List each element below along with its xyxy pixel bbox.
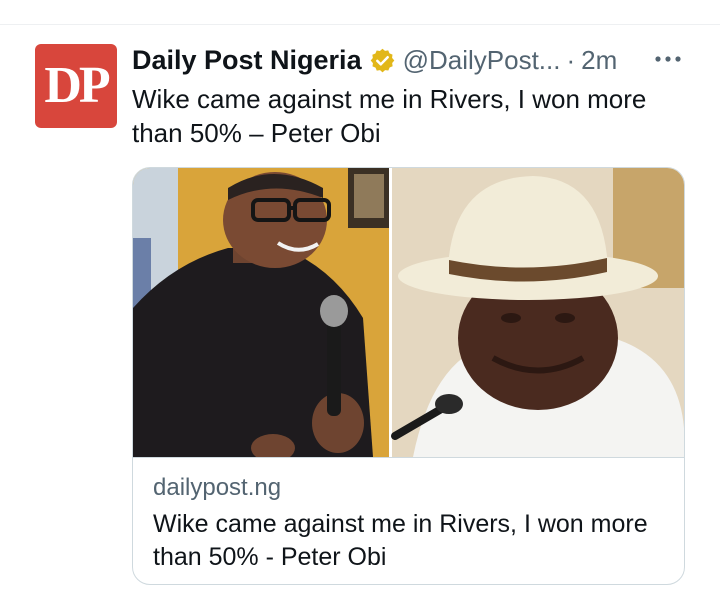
card-title: Wike came against me in Rivers, I won mo… bbox=[153, 510, 648, 571]
verified-badge-icon bbox=[369, 47, 396, 74]
right-photo bbox=[391, 168, 684, 457]
tweet-header: Daily Post Nigeria @DailyPost... · 2m bbox=[132, 40, 692, 80]
tweet-container: DP Daily Post Nigeria @DailyPost... · 2m… bbox=[0, 0, 720, 594]
avatar-initials: DP bbox=[44, 57, 110, 114]
top-divider bbox=[0, 24, 720, 25]
left-photo bbox=[133, 168, 389, 457]
image-divider bbox=[389, 168, 392, 457]
timestamp[interactable]: 2m bbox=[581, 45, 617, 76]
more-options-icon[interactable] bbox=[650, 44, 686, 74]
display-name[interactable]: Daily Post Nigeria bbox=[132, 45, 362, 76]
separator-dot: · bbox=[566, 44, 576, 75]
link-card[interactable]: dailypost.ng Wike came against me in Riv… bbox=[132, 167, 685, 585]
card-domain: dailypost.ng bbox=[153, 474, 282, 501]
card-image[interactable] bbox=[133, 168, 684, 458]
tweet-text: Wike came against me in Rivers, I won mo… bbox=[132, 84, 647, 148]
avatar[interactable]: DP bbox=[35, 44, 117, 128]
handle[interactable]: @DailyPost... bbox=[403, 45, 561, 76]
